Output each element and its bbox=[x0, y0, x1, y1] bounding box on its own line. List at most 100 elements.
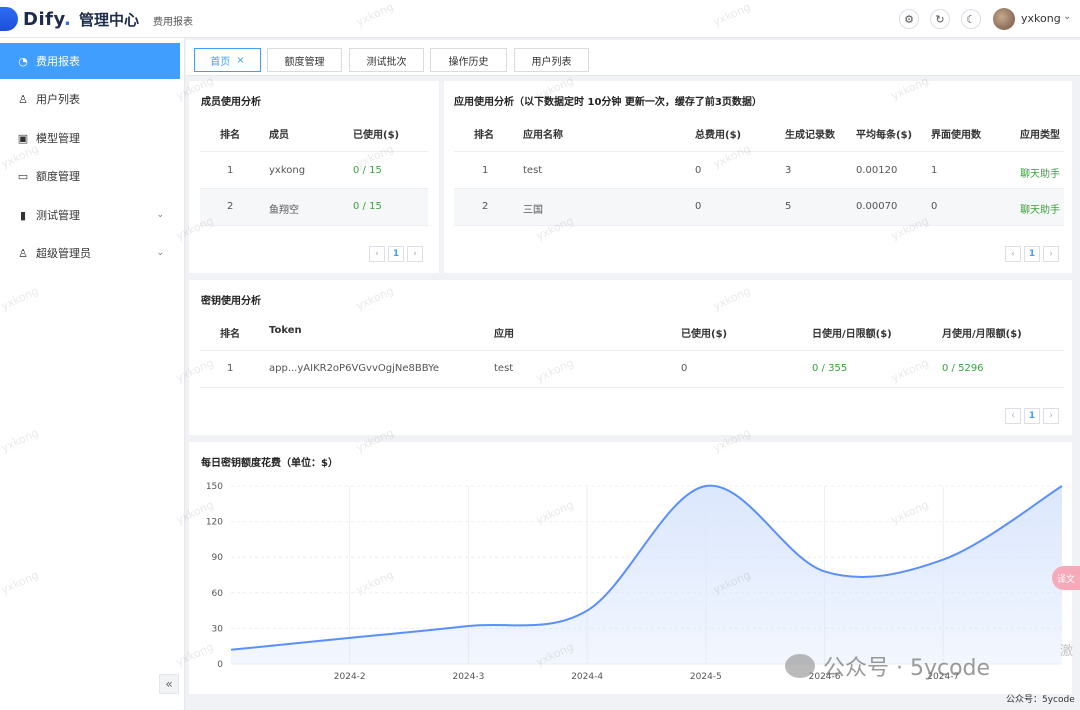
column-header: 排名 bbox=[474, 130, 494, 141]
footer-note: 公众号：5ycode bbox=[1006, 695, 1075, 705]
sidebar-item-quota-management[interactable]: ▭ 额度管理 bbox=[0, 158, 180, 194]
chevron-down-icon: ⌄ bbox=[156, 210, 164, 220]
close-icon[interactable]: × bbox=[236, 55, 244, 66]
column-header: 排名 bbox=[220, 130, 240, 141]
tab-home[interactable]: 首页 × bbox=[194, 48, 261, 72]
theme-toggle-button[interactable]: ☾ bbox=[961, 9, 981, 29]
table-cell: 2 bbox=[227, 201, 234, 212]
avatar[interactable] bbox=[993, 8, 1015, 30]
tab-test-batch[interactable]: 测试批次 bbox=[349, 48, 424, 72]
table-row bbox=[200, 189, 428, 225]
column-header: 生成记录数 bbox=[785, 130, 835, 141]
sidebar-item-label: 费用报表 bbox=[36, 55, 80, 68]
column-header: Token bbox=[269, 325, 302, 336]
x-tick-label: 2024-3 bbox=[452, 672, 484, 682]
table-cell: 聊天助手 bbox=[1020, 169, 1060, 180]
sidebar-item-super-admin[interactable]: ♙ 超级管理员 ⌄ bbox=[0, 235, 180, 271]
table-cell: 聊天助手 bbox=[1020, 205, 1060, 216]
divider bbox=[454, 151, 1064, 152]
sidebar-item-label: 超级管理员 bbox=[36, 247, 91, 260]
user-icon: ♙ bbox=[18, 92, 28, 106]
tab-label: 测试批次 bbox=[366, 56, 407, 68]
divider bbox=[200, 387, 1064, 388]
table-cell: 0 bbox=[931, 201, 938, 212]
tab-operation-history[interactable]: 操作历史 bbox=[430, 48, 507, 72]
logo-mark-icon bbox=[0, 7, 18, 31]
table-cell: 0 / 15 bbox=[353, 201, 382, 212]
app-usage-card: 应用使用分析（以下数据定时 10分钟 更新一次，缓存了前3页数据） 排名 应用名… bbox=[444, 81, 1072, 273]
member-usage-card: 成员使用分析 排名 成员 已使用($) 1 yxkong 0 / 15 2 鱼翔… bbox=[189, 81, 439, 273]
chevron-down-icon[interactable]: ⌄ bbox=[1063, 11, 1071, 22]
collapse-sidebar-button[interactable]: « bbox=[159, 674, 179, 694]
prev-page-button[interactable]: ‹ bbox=[1005, 408, 1021, 424]
tabs-bar: 首页 × 额度管理 测试批次 操作历史 用户列表 bbox=[186, 40, 1080, 76]
gear-icon: ⚙ bbox=[904, 12, 914, 26]
column-header: 应用类型 bbox=[1020, 130, 1060, 141]
y-tick-label: 120 bbox=[206, 518, 223, 528]
tab-label: 用户列表 bbox=[531, 56, 572, 68]
sidebar-item-cost-report[interactable]: ◔ 费用报表 bbox=[0, 43, 180, 79]
x-tick-label: 2024-2 bbox=[334, 672, 366, 682]
table-cell: 0 bbox=[695, 165, 702, 176]
next-page-button[interactable]: › bbox=[1043, 408, 1059, 424]
translate-button[interactable]: 译文 bbox=[1052, 566, 1080, 590]
tab-quota-management[interactable]: 额度管理 bbox=[267, 48, 342, 72]
prev-page-button[interactable]: ‹ bbox=[369, 246, 385, 262]
tab-label: 操作历史 bbox=[448, 56, 489, 68]
column-header: 界面使用数 bbox=[931, 130, 981, 141]
table-cell: 三国 bbox=[523, 205, 543, 216]
table-cell: 1 bbox=[227, 165, 234, 176]
wechat-text: 公众号 · 5ycode bbox=[823, 656, 991, 681]
sidebar-item-test-management[interactable]: ▮ 测试管理 ⌄ bbox=[0, 197, 180, 233]
tab-label: 首页 bbox=[210, 56, 231, 68]
folder-icon: ▭ bbox=[17, 169, 29, 183]
table-cell: 0.00120 bbox=[856, 165, 898, 176]
y-tick-label: 60 bbox=[212, 589, 224, 599]
divider bbox=[200, 225, 428, 226]
logo[interactable]: Dify. bbox=[0, 6, 71, 32]
y-tick-label: 0 bbox=[217, 660, 223, 670]
gift-icon: ▣ bbox=[17, 131, 29, 145]
column-header: 月使用/月限额($) bbox=[942, 329, 1022, 340]
table-row bbox=[454, 189, 1064, 225]
table-cell: 0 / 5296 bbox=[942, 363, 984, 374]
column-header: 日使用/日限额($) bbox=[812, 329, 892, 340]
next-page-button[interactable]: › bbox=[1043, 246, 1059, 262]
table-cell: 0 bbox=[695, 201, 702, 212]
page-button[interactable]: 1 bbox=[388, 246, 404, 262]
side-text: 激 bbox=[1060, 644, 1074, 659]
refresh-icon: ↻ bbox=[935, 12, 945, 26]
sidebar: ◔ 费用报表 ♙ 用户列表 ▣ 模型管理 ▭ 额度管理 ▮ 测试管理 ⌄ ♙ 超… bbox=[0, 38, 185, 710]
wechat-watermark: 公众号 · 5ycode bbox=[785, 650, 990, 682]
dashboard-icon: ◔ bbox=[18, 54, 28, 68]
chevron-down-icon: ⌄ bbox=[156, 248, 164, 258]
page-button[interactable]: 1 bbox=[1024, 246, 1040, 262]
double-chevron-left-icon: « bbox=[165, 677, 173, 691]
table-cell: 3 bbox=[785, 165, 792, 176]
sidebar-item-user-list[interactable]: ♙ 用户列表 bbox=[0, 81, 180, 117]
tab-user-list[interactable]: 用户列表 bbox=[514, 48, 589, 72]
table-cell: 1 bbox=[227, 363, 234, 374]
wechat-icon bbox=[785, 654, 815, 678]
breadcrumb: 费用报表 bbox=[153, 17, 193, 28]
table-cell: 5 bbox=[785, 201, 792, 212]
column-header: 总费用($) bbox=[695, 130, 742, 141]
next-page-button[interactable]: › bbox=[407, 246, 423, 262]
moon-icon: ☾ bbox=[966, 12, 976, 26]
column-header: 已使用($) bbox=[353, 130, 400, 141]
refresh-button[interactable]: ↻ bbox=[930, 9, 950, 29]
sidebar-item-label: 用户列表 bbox=[36, 93, 80, 106]
pagination: ‹ 1 › bbox=[369, 246, 423, 262]
settings-button[interactable]: ⚙ bbox=[899, 9, 919, 29]
username[interactable]: yxkong bbox=[1021, 12, 1061, 25]
table-cell: 0 / 355 bbox=[812, 363, 848, 374]
sidebar-item-label: 测试管理 bbox=[36, 209, 80, 222]
divider bbox=[200, 151, 428, 152]
sidebar-item-model-management[interactable]: ▣ 模型管理 bbox=[0, 120, 180, 156]
page-button[interactable]: 1 bbox=[1024, 408, 1040, 424]
sidebar-item-label: 模型管理 bbox=[36, 132, 80, 145]
column-header: 应用 bbox=[494, 329, 514, 340]
y-tick-label: 150 bbox=[206, 482, 223, 492]
prev-page-button[interactable]: ‹ bbox=[1005, 246, 1021, 262]
table-cell: 2 bbox=[482, 201, 489, 212]
